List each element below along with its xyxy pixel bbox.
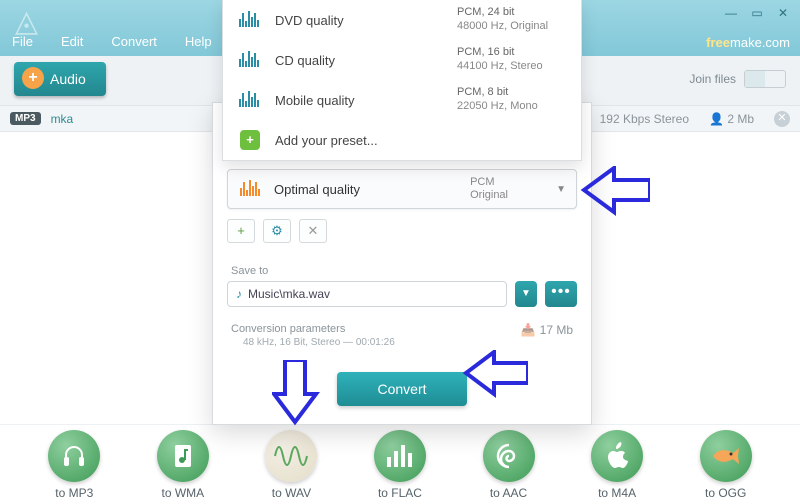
format-label: to M4A [581,486,653,500]
close-window-button[interactable]: ✕ [776,6,790,20]
join-files-control: Join files [689,70,786,88]
main-menu: File Edit Convert Help [12,34,212,49]
chevron-down-icon: ▼ [556,184,566,195]
save-to-label: Save to [231,265,573,277]
preset-detail: PCM, 16 bit 44100 Hz, Stereo [457,46,567,74]
preset-label: Add your preset... [275,133,567,148]
conversion-params-title: Conversion parameters [231,323,345,335]
plus-icon: + [237,127,263,153]
headphones-icon [48,430,100,482]
format-label: to AAC [473,486,545,500]
format-label: to WMA [147,486,219,500]
join-files-toggle[interactable] [744,70,786,88]
preset-mobile-quality[interactable]: Mobile quality PCM, 8 bit 22050 Hz, Mono [223,80,581,120]
conversion-params-detail: 48 kHz, 16 Bit, Stereo — 00:01:26 [243,337,573,348]
preset-tools: + ⚙ ✕ [227,219,577,243]
fish-icon [700,430,752,482]
format-ogg[interactable]: to OGG [690,430,762,500]
save-path-text: Music\mka.wav [248,287,330,301]
equalizer-icon [374,430,426,482]
preset-label: CD quality [275,53,457,68]
add-preset[interactable]: + Add your preset... [223,120,581,160]
selected-quality-detail: PCM Original [470,176,550,202]
preset-dropdown: DVD quality PCM, 24 bit 48000 Hz, Origin… [222,0,582,161]
menu-help[interactable]: Help [185,34,212,49]
preset-cd-quality[interactable]: CD quality PCM, 16 bit 44100 Hz, Stereo [223,40,581,80]
preset-dvd-quality[interactable]: DVD quality PCM, 24 bit 48000 Hz, Origin… [223,0,581,40]
output-size: 17 Mb [521,323,573,337]
format-label: to WAV [255,486,327,500]
save-path-input[interactable]: ♪ Music\mka.wav [227,281,507,307]
waveform-icon [237,7,263,33]
format-bar: to MP3 to WMA to WAV to FLAC to AAC to M… [0,424,800,504]
conversion-parameters: Conversion parameters 48 kHz, 16 Bit, St… [231,323,573,348]
delete-preset-button[interactable]: ✕ [299,219,327,243]
format-label: to OGG [690,486,762,500]
file-format-badge: MP3 [10,112,41,125]
waveform-icon [238,176,264,202]
waveform-icon [237,47,263,73]
menu-convert[interactable]: Convert [111,34,157,49]
convert-button[interactable]: Convert [337,372,467,406]
preset-label: DVD quality [275,13,457,28]
format-wav[interactable]: to WAV [255,430,327,500]
format-label: to MP3 [38,486,110,500]
preset-detail: PCM, 24 bit 48000 Hz, Original [457,6,567,34]
remove-file-button[interactable]: ✕ [774,111,790,127]
file-info: 192 Kbps Stereo [600,112,689,126]
format-flac[interactable]: to FLAC [364,430,436,500]
format-wma[interactable]: to WMA [147,430,219,500]
waveform-icon [237,87,263,113]
settings-button[interactable]: ⚙ [263,219,291,243]
join-files-label: Join files [689,72,736,86]
maximize-button[interactable]: ▭ [750,6,764,20]
wav-wave-icon [265,430,317,482]
swirl-icon [483,430,535,482]
menu-file[interactable]: File [12,34,33,49]
format-m4a[interactable]: to M4A [581,430,653,500]
selected-quality-label: Optimal quality [274,182,470,197]
format-mp3[interactable]: to MP3 [38,430,110,500]
preset-label: Mobile quality [275,93,457,108]
brand-label: freemake.com [706,35,790,50]
add-audio-button[interactable]: Audio [14,62,106,96]
quality-selector[interactable]: Optimal quality PCM Original ▼ [227,169,577,209]
minimize-button[interactable]: — [724,6,738,20]
preset-detail: PCM, 8 bit 22050 Hz, Mono [457,86,567,114]
menu-edit[interactable]: Edit [61,34,83,49]
save-path-dropdown[interactable]: ▼ [515,281,537,307]
document-note-icon [157,430,209,482]
format-label: to FLAC [364,486,436,500]
save-to-row: ♪ Music\mka.wav ▼ ••• [227,281,577,307]
format-aac[interactable]: to AAC [473,430,545,500]
window-controls: — ▭ ✕ [724,6,790,20]
file-size: 👤 2 Mb [709,112,754,126]
browse-button[interactable]: ••• [545,281,577,307]
music-note-icon: ♪ [236,287,242,301]
add-preset-button[interactable]: + [227,219,255,243]
apple-icon [591,430,643,482]
